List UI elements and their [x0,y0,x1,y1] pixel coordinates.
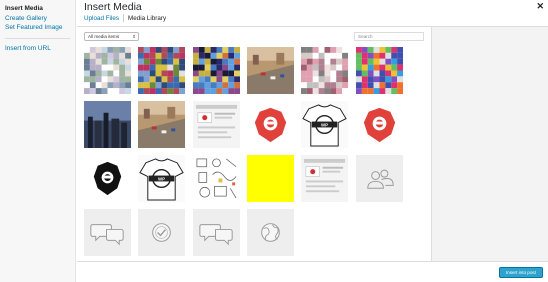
attachment-thumbnail[interactable] [192,209,240,256]
thumbnail-image: WP [138,155,186,202]
people-icon [355,155,403,202]
menu-item-create-gallery[interactable]: Create Gallery [5,14,70,24]
attachment-thumbnail[interactable] [84,101,131,148]
attachment-thumbnail[interactable] [192,155,240,202]
tab-media-library[interactable]: Media Library [123,14,170,22]
thumbnail-image [301,155,349,202]
thumbnail-image [192,47,240,94]
thumbnail-image [246,47,294,94]
checkmark-icon [138,209,186,256]
attachment-thumbnail[interactable] [192,101,240,148]
thumbnail-image [84,101,131,148]
tab-upload-files[interactable]: Upload Files [84,14,123,22]
thumbnail-image [84,47,131,94]
media-frame: Insert Media ✕ Upload Files Media Librar… [77,0,548,282]
media-filter-select[interactable]: All media items ⇕ [84,32,139,41]
attachment-details-sidebar [431,27,548,261]
attachment-thumbnail[interactable] [192,47,240,94]
thumbnail-image [301,47,349,94]
thumbnail-image [355,47,403,94]
insert-into-post-button[interactable]: Insert into post [498,267,543,278]
thumbnail-image [192,155,240,202]
menu-item-insert-media[interactable]: Insert Media [5,4,70,14]
attachments-browser: All media items ⇕ Search WP WP [77,27,431,261]
thumbnail-image [192,101,240,148]
attachment-thumbnail[interactable] [301,47,349,94]
attachment-thumbnail[interactable] [138,209,186,256]
thumbnail-image [138,47,186,94]
menu-separator [5,37,70,39]
speech-bubbles-icon [84,209,131,256]
svg-text:WP: WP [321,122,328,127]
select-arrows-icon: ⇕ [132,34,136,39]
attachment-thumbnail[interactable] [246,47,294,94]
attachment-thumbnail[interactable]: WP [301,101,349,148]
globe-icon [246,209,294,256]
speech-bubbles-icon [192,209,240,256]
media-toolbar: Insert into post [77,261,548,282]
attachment-thumbnail[interactable] [246,155,294,202]
attachment-thumbnail[interactable] [138,101,186,148]
search-input[interactable]: Search [354,32,424,41]
media-menu: Insert Media Create Gallery Set Featured… [0,0,76,282]
thumbnail-image [246,101,294,148]
attachment-thumbnail[interactable] [246,101,294,148]
attachment-thumbnail[interactable] [355,101,403,148]
close-icon[interactable]: ✕ [536,1,544,12]
thumbnail-image [355,101,403,148]
menu-item-insert-from-url[interactable]: Insert from URL [5,44,70,54]
svg-text:WP: WP [158,176,165,181]
attachment-thumbnail[interactable] [301,155,349,202]
attachment-thumbnail[interactable] [84,155,131,202]
frame-content: All media items ⇕ Search WP WP [77,26,548,261]
attachment-thumbnail[interactable] [355,47,403,94]
attachment-thumbnail[interactable] [84,47,131,94]
thumbnail-image [138,101,186,148]
attachment-thumbnail[interactable] [138,47,186,94]
attachment-thumbnail[interactable] [246,209,294,256]
thumbnail-image [246,155,294,202]
attachment-thumbnail[interactable] [355,155,403,202]
frame-title: Insert Media [84,1,142,13]
menu-item-set-featured-image[interactable]: Set Featured Image [5,23,70,33]
attachment-thumbnail[interactable] [84,209,131,256]
media-router: Upload Files Media Library [84,14,170,22]
thumbnail-image: WP [301,101,349,148]
thumbnail-image [84,155,131,202]
attachment-thumbnail[interactable]: WP [138,155,186,202]
media-filter-value: All media items [88,34,120,39]
